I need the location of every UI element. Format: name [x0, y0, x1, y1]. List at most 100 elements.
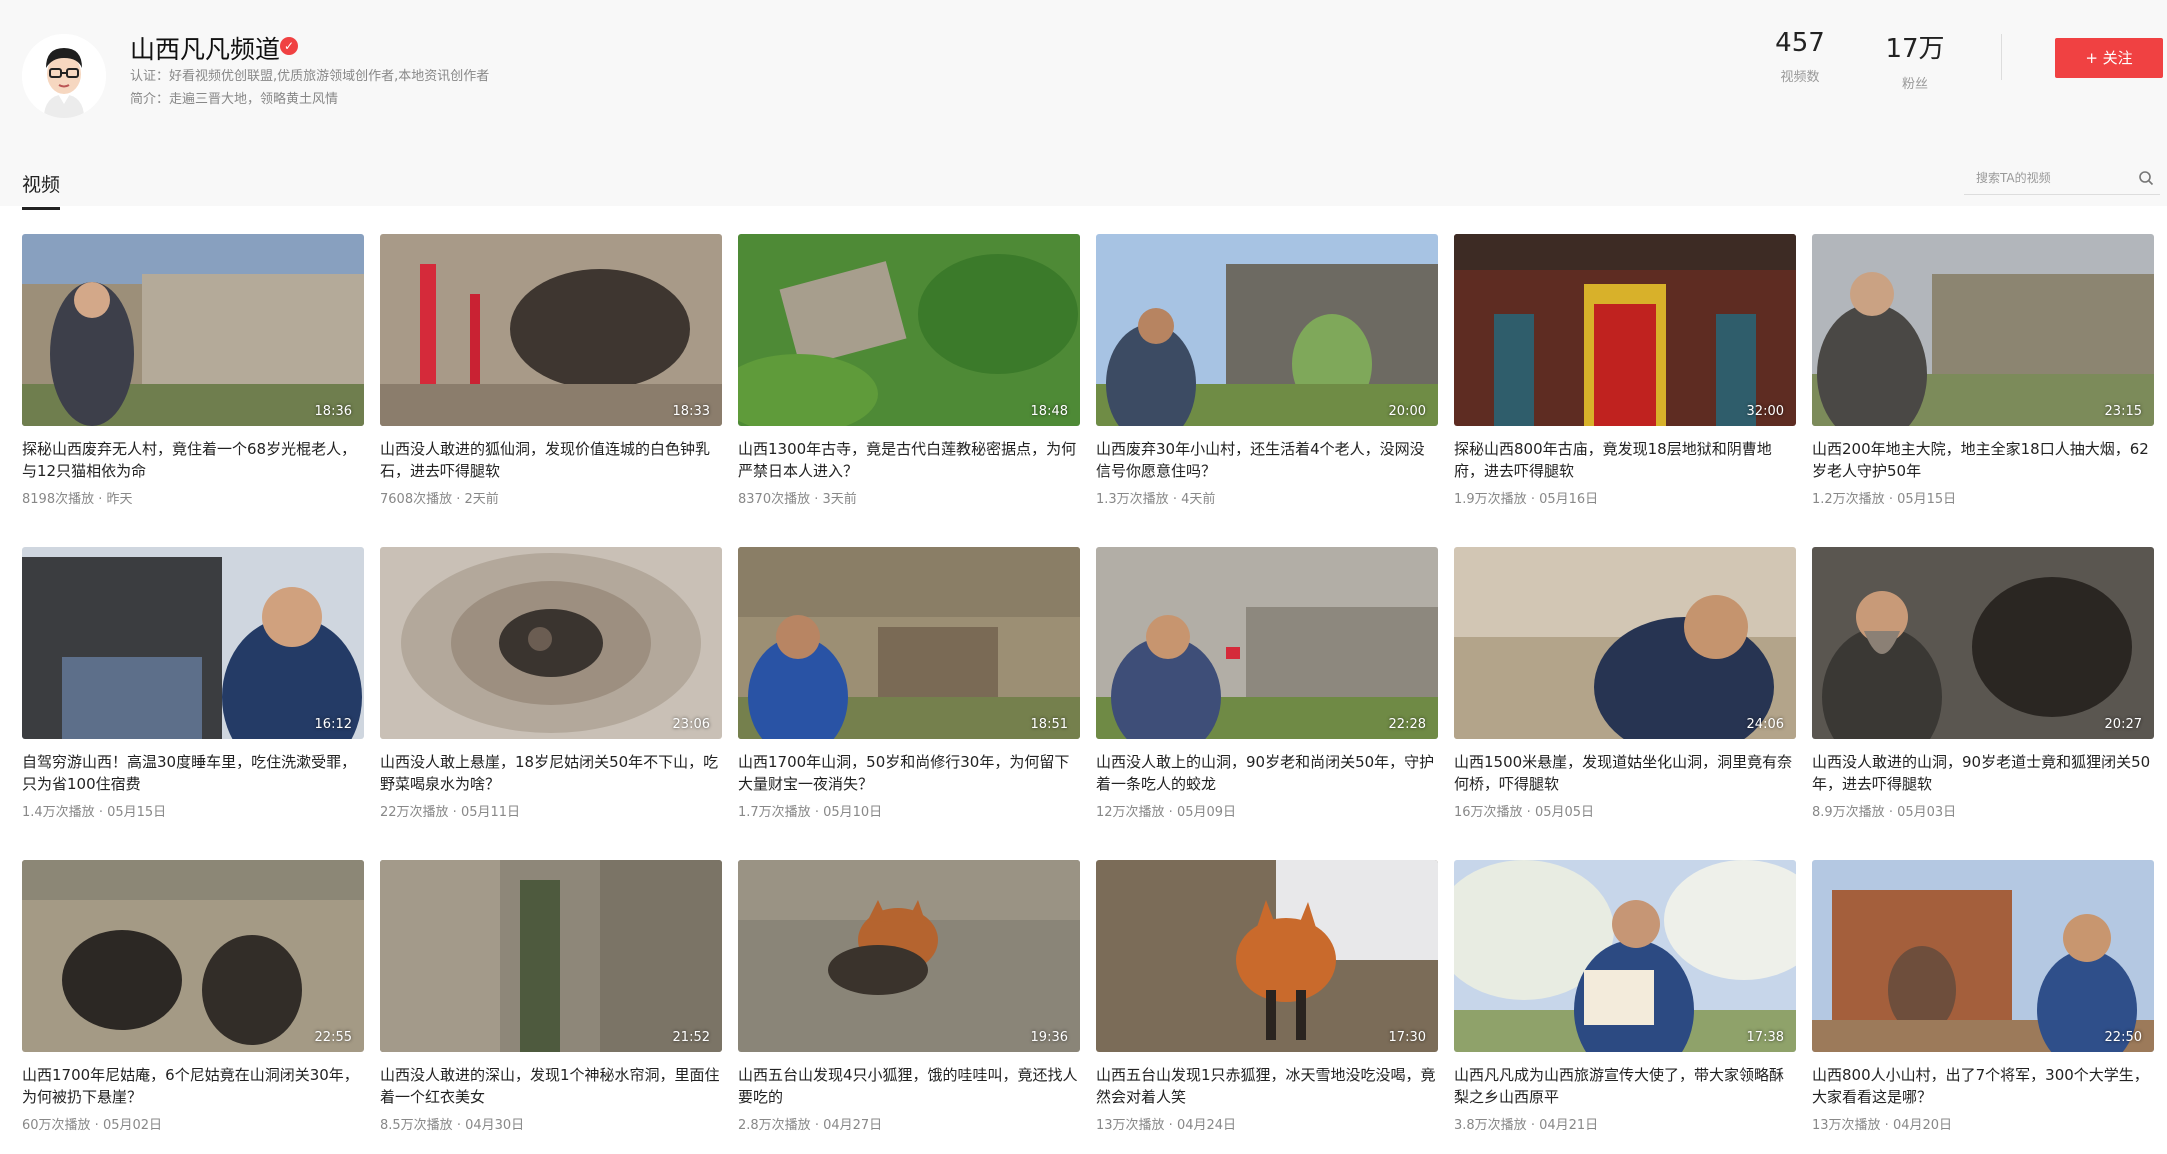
verified-icon: ✓ [280, 37, 298, 55]
video-duration: 21:52 [672, 1030, 710, 1045]
video-card[interactable]: 24:06 山西1500米悬崖，发现道姑坐化山洞，洞里竟有奈何桥，吓得腿软 16… [1454, 547, 1796, 820]
video-title[interactable]: 山西1700年尼姑庵，6个尼姑竟在山洞闭关30年，为何被扔下悬崖？ [22, 1064, 364, 1108]
video-thumbnail[interactable]: 21:52 [380, 860, 722, 1052]
thumbnail-image [738, 547, 1080, 739]
follow-button[interactable]: + 关注 [2055, 38, 2163, 78]
video-meta: 7608次播放 · 2天前 [380, 492, 499, 507]
video-thumbnail[interactable]: 19:36 [738, 860, 1080, 1052]
video-meta: 22万次播放 · 05月11日 [380, 805, 521, 820]
video-meta: 13万次播放 · 04月20日 [1812, 1118, 1953, 1133]
search-box[interactable] [1964, 162, 2160, 195]
video-title[interactable]: 山西没人敢进的山洞，90岁老道士竟和狐狸闭关50年，进去吓得腿软 [1812, 751, 2154, 795]
video-duration: 24:06 [1746, 717, 1784, 732]
video-thumbnail[interactable]: 17:30 [1096, 860, 1438, 1052]
publish-date: 04月30日 [465, 1118, 525, 1133]
thumbnail-image [1454, 860, 1796, 1052]
view-count: 1.7万次播放 [738, 805, 811, 820]
video-meta: 8370次播放 · 3天前 [738, 492, 857, 507]
video-card[interactable]: 22:28 山西没人敢上的山洞，90岁老和尚闭关50年，守护着一条吃人的蛟龙 1… [1096, 547, 1438, 820]
video-duration: 32:00 [1746, 404, 1784, 419]
video-card[interactable]: 22:50 山西800人小山村，出了7个将军，300个大学生，大家看看这是哪？ … [1812, 860, 2154, 1133]
publish-date: 2天前 [464, 492, 499, 507]
video-card[interactable]: 22:55 山西1700年尼姑庵，6个尼姑竟在山洞闭关30年，为何被扔下悬崖？ … [22, 860, 364, 1133]
video-card[interactable]: 32:00 探秘山西800年古庙，竟发现18层地狱和阴曹地府，进去吓得腿软 1.… [1454, 234, 1796, 507]
video-meta: 13万次播放 · 04月24日 [1096, 1118, 1237, 1133]
video-thumbnail[interactable]: 32:00 [1454, 234, 1796, 426]
video-thumbnail[interactable]: 20:00 [1096, 234, 1438, 426]
avatar[interactable] [22, 34, 106, 118]
search-input[interactable] [1964, 162, 2148, 194]
video-title[interactable]: 山西没人敢上的山洞，90岁老和尚闭关50年，守护着一条吃人的蛟龙 [1096, 751, 1438, 795]
video-duration: 16:12 [314, 717, 352, 732]
video-card[interactable]: 17:30 山西五台山发现1只赤狐狸，冰天雪地没吃没喝，竟然会对着人笑 13万次… [1096, 860, 1438, 1133]
thumbnail-image [1812, 860, 2154, 1052]
view-count: 8198次播放 [22, 492, 95, 507]
video-thumbnail[interactable]: 18:33 [380, 234, 722, 426]
video-title[interactable]: 山西200年地主大院，地主全家18口人抽大烟，62岁老人守护50年 [1812, 438, 2154, 482]
video-card[interactable]: 19:36 山西五台山发现4只小狐狸，饿的哇哇叫，竟还找人要吃的 2.8万次播放… [738, 860, 1080, 1133]
video-title[interactable]: 探秘山西废弃无人村，竟住着一个68岁光棍老人，与12只猫相依为命 [22, 438, 364, 482]
video-card[interactable]: 18:48 山西1300年古寺，竟是古代白莲教秘密据点，为何严禁日本人进入？ 8… [738, 234, 1080, 507]
video-thumbnail[interactable]: 18:48 [738, 234, 1080, 426]
video-thumbnail[interactable]: 17:38 [1454, 860, 1796, 1052]
video-title[interactable]: 山西1300年古寺，竟是古代白莲教秘密据点，为何严禁日本人进入？ [738, 438, 1080, 482]
video-card[interactable]: 21:52 山西没人敢进的深山，发现1个神秘水帘洞，里面住着一个红衣美女 8.5… [380, 860, 722, 1133]
thumbnail-image [22, 234, 364, 426]
video-title[interactable]: 山西五台山发现4只小狐狸，饿的哇哇叫，竟还找人要吃的 [738, 1064, 1080, 1108]
video-card[interactable]: 23:15 山西200年地主大院，地主全家18口人抽大烟，62岁老人守护50年 … [1812, 234, 2154, 507]
video-thumbnail[interactable]: 16:12 [22, 547, 364, 739]
thumbnail-image [1454, 234, 1796, 426]
video-title[interactable]: 山西1500米悬崖，发现道姑坐化山洞，洞里竟有奈何桥，吓得腿软 [1454, 751, 1796, 795]
thumbnail-image [1096, 860, 1438, 1052]
video-thumbnail[interactable]: 22:50 [1812, 860, 2154, 1052]
video-duration: 17:30 [1388, 1030, 1426, 1045]
video-thumbnail[interactable]: 24:06 [1454, 547, 1796, 739]
video-thumbnail[interactable]: 18:51 [738, 547, 1080, 739]
video-card[interactable]: 20:27 山西没人敢进的山洞，90岁老道士竟和狐狸闭关50年，进去吓得腿软 8… [1812, 547, 2154, 820]
stat-value: 17万 [1885, 34, 1945, 64]
video-duration: 23:15 [2104, 404, 2142, 419]
thumbnail-image [1096, 234, 1438, 426]
view-count: 8.5万次播放 [380, 1118, 453, 1133]
thumbnail-image [1812, 234, 2154, 426]
video-title[interactable]: 探秘山西800年古庙，竟发现18层地狱和阴曹地府，进去吓得腿软 [1454, 438, 1796, 482]
video-title[interactable]: 山西没人敢上悬崖，18岁尼姑闭关50年不下山，吃野菜喝泉水为啥？ [380, 751, 722, 795]
publish-date: 04月24日 [1176, 1118, 1237, 1133]
video-duration: 22:28 [1388, 717, 1426, 732]
video-thumbnail[interactable]: 22:55 [22, 860, 364, 1052]
video-card[interactable]: 18:33 山西没人敢进的狐仙洞，发现价值连城的白色钟乳石，进去吓得腿软 760… [380, 234, 722, 507]
view-count: 13万次播放 [1812, 1118, 1881, 1133]
video-meta: 1.3万次播放 · 4天前 [1096, 492, 1216, 507]
video-title[interactable]: 山西废弃30年小山村，还生活着4个老人，没网没信号你愿意住吗？ [1096, 438, 1438, 482]
publish-date: 4天前 [1181, 492, 1216, 507]
publish-date: 05月05日 [1534, 805, 1595, 820]
video-card[interactable]: 23:06 山西没人敢上悬崖，18岁尼姑闭关50年不下山，吃野菜喝泉水为啥？ 2… [380, 547, 722, 820]
video-thumbnail[interactable]: 22:28 [1096, 547, 1438, 739]
video-card[interactable]: 18:51 山西1700年山洞，50岁和尚修行30年，为何留下大量财宝一夜消失？… [738, 547, 1080, 820]
video-duration: 23:06 [672, 717, 710, 732]
video-card[interactable]: 20:00 山西废弃30年小山村，还生活着4个老人，没网没信号你愿意住吗？ 1.… [1096, 234, 1438, 507]
video-thumbnail[interactable]: 20:27 [1812, 547, 2154, 739]
video-duration: 22:55 [314, 1030, 352, 1045]
video-title[interactable]: 山西800人小山村，出了7个将军，300个大学生，大家看看这是哪？ [1812, 1064, 2154, 1108]
video-title[interactable]: 山西五台山发现1只赤狐狸，冰天雪地没吃没喝，竟然会对着人笑 [1096, 1064, 1438, 1108]
video-thumbnail[interactable]: 23:15 [1812, 234, 2154, 426]
video-duration: 20:00 [1388, 404, 1426, 419]
video-title[interactable]: 山西没人敢进的深山，发现1个神秘水帘洞，里面住着一个红衣美女 [380, 1064, 722, 1108]
video-card[interactable]: 18:36 探秘山西废弃无人村，竟住着一个68岁光棍老人，与12只猫相依为命 8… [22, 234, 364, 507]
video-title[interactable]: 山西1700年山洞，50岁和尚修行30年，为何留下大量财宝一夜消失？ [738, 751, 1080, 795]
video-duration: 18:51 [1030, 717, 1068, 732]
video-card[interactable]: 16:12 自驾穷游山西！高温30度睡车里，吃住洗漱受罪，只为省100住宿费 1… [22, 547, 364, 820]
video-thumbnail[interactable]: 23:06 [380, 547, 722, 739]
video-title[interactable]: 山西没人敢进的狐仙洞，发现价值连城的白色钟乳石，进去吓得腿软 [380, 438, 722, 482]
video-thumbnail[interactable]: 18:36 [22, 234, 364, 426]
publish-date: 04月21日 [1539, 1118, 1599, 1133]
view-count: 7608次播放 [380, 492, 453, 507]
tab-videos[interactable]: 视频 [22, 170, 61, 210]
thumbnail-image [22, 860, 364, 1052]
video-title[interactable]: 自驾穷游山西！高温30度睡车里，吃住洗漱受罪，只为省100住宿费 [22, 751, 364, 795]
video-title[interactable]: 山西凡凡成为山西旅游宣传大使了，带大家领略酥梨之乡山西原平 [1454, 1064, 1796, 1108]
search-icon[interactable] [2138, 170, 2154, 186]
channel-certification: 认证：好看视频优创联盟,优质旅游领域创作者,本地资讯创作者 [130, 69, 490, 84]
video-card[interactable]: 17:38 山西凡凡成为山西旅游宣传大使了，带大家领略酥梨之乡山西原平 3.8万… [1454, 860, 1796, 1133]
